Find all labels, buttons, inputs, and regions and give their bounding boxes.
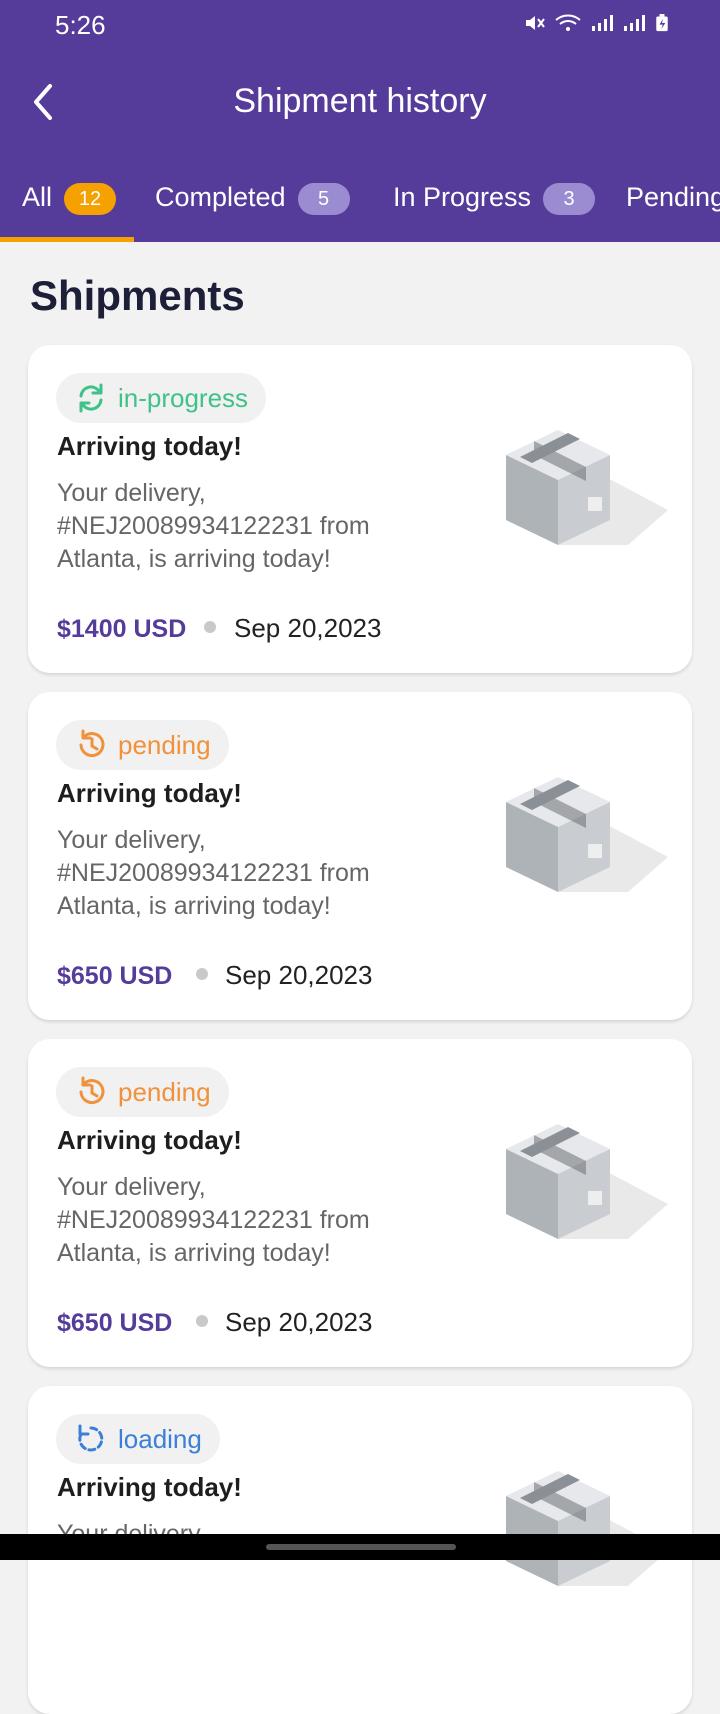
status-label: in-progress: [118, 382, 249, 413]
card-price: $650 USD: [57, 1309, 173, 1337]
tab-pending[interactable]: Pending: [626, 170, 720, 242]
status-label: pending: [118, 729, 211, 760]
tab-label: Pending: [626, 182, 720, 212]
card-description: Your delivery, #NEJ20089934122231 from A…: [57, 826, 370, 920]
home-indicator[interactable]: [266, 1544, 456, 1550]
separator-dot: [204, 621, 216, 633]
card-description: Your delivery, #NEJ20089934122231 from A…: [57, 1173, 370, 1267]
card-price: $650 USD: [57, 962, 173, 990]
status-icons: [524, 14, 670, 32]
separator-dot: [196, 968, 208, 980]
tab-label: In Progress: [393, 182, 532, 212]
section-title: Shipments: [30, 272, 245, 319]
tab-count-badge: 3: [543, 183, 596, 215]
card-title: Arriving today!: [57, 1125, 242, 1155]
tab-label: All: [22, 182, 53, 212]
page-title: Shipment history: [233, 82, 487, 120]
card-title: Arriving today!: [57, 778, 242, 808]
card-title: Arriving today!: [57, 1472, 242, 1502]
status-label: loading: [118, 1423, 202, 1454]
package-box-icon: [506, 430, 668, 545]
status-time: 5:26: [55, 10, 106, 40]
status-pill: loading: [56, 1414, 220, 1464]
battery-icon: [656, 14, 668, 32]
shipment-card[interactable]: pending Arriving today! Your delivery, #…: [28, 692, 692, 1020]
tab-all[interactable]: All 12: [22, 170, 117, 242]
package-box-icon: [506, 777, 668, 892]
separator-dot: [196, 1315, 208, 1327]
status-pill: in-progress: [56, 373, 267, 423]
tab-completed[interactable]: Completed 5: [155, 170, 350, 242]
package-box-icon: [506, 1471, 668, 1586]
filter-tabs: All 12 Completed 5 In Progress 3 Pending: [0, 170, 720, 242]
signal-icon-2: [624, 15, 645, 31]
status-label: pending: [118, 1076, 211, 1107]
status-pill: pending: [56, 720, 229, 770]
shipment-card[interactable]: pending Arriving today! Your delivery, #…: [28, 1039, 692, 1367]
mute-icon: [526, 16, 545, 30]
shipment-card[interactable]: in-progress Arriving today! Your deliver…: [28, 345, 692, 673]
card-price: $1400 USD: [57, 615, 187, 643]
tab-label: Completed: [155, 182, 286, 212]
card-title: Arriving today!: [57, 431, 242, 461]
app-header: 5:26 Shipment history All 12 Completed 5…: [0, 0, 720, 242]
card-description: Your delivery, #NEJ20089934122231 from A…: [57, 479, 370, 573]
tab-count-badge: 12: [64, 183, 117, 215]
wifi-icon: [555, 14, 581, 31]
card-date: Sep 20,2023: [225, 960, 373, 990]
tab-count-badge: 5: [297, 183, 350, 215]
status-pill: pending: [56, 1067, 229, 1117]
sync-icon: [79, 383, 103, 413]
tab-in-progress[interactable]: In Progress 3: [393, 170, 596, 242]
card-date: Sep 20,2023: [234, 613, 382, 643]
card-date: Sep 20,2023: [225, 1307, 373, 1337]
package-box-icon: [506, 1124, 668, 1239]
history-icon: [79, 729, 105, 758]
signal-icon: [592, 15, 613, 31]
loading-icon: [78, 1424, 104, 1452]
history-icon: [79, 1076, 105, 1105]
active-tab-indicator: [0, 237, 134, 242]
